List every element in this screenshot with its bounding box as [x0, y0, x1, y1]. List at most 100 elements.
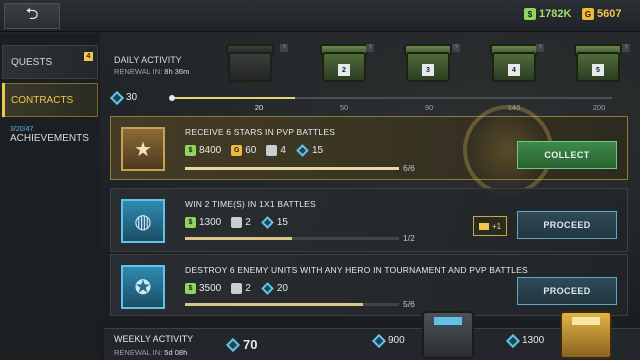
reward-cards-value: 2 — [245, 283, 251, 294]
weekly-chest-2[interactable] — [560, 311, 612, 359]
contract-title: RECEIVE 6 STARS IN PVP BATTLES — [185, 127, 336, 137]
activity-points-icon — [505, 333, 521, 348]
renewal-timer: 8h 36m — [164, 67, 190, 76]
contract-rewards: $ 1300 2 15 — [185, 216, 288, 229]
daily-chest-1[interactable] — [224, 42, 276, 86]
weekly-renewal: RENEWAL IN: 5d 08h — [114, 348, 187, 357]
contract-icon: ✪ — [121, 265, 165, 309]
reward-points: 15 — [260, 216, 288, 229]
weekly-activity-title: WEEKLY ACTIVITY — [114, 334, 194, 344]
reward-cash-value: 3500 — [199, 283, 222, 294]
reward-points: 15 — [296, 144, 324, 157]
weekly-milestone: 900 — [371, 333, 405, 348]
weekly-activity-bar: WEEKLY ACTIVITY RENEWAL IN: 5d 08h 70 90… — [104, 311, 640, 360]
boost-value: +1 — [491, 221, 502, 231]
activity-points-icon — [225, 337, 241, 352]
contract-card: ✪ DESTROY 6 ENEMY UNITS WITH ANY HERO IN… — [110, 254, 628, 316]
milestone-label: 90 — [424, 103, 434, 112]
proceed-button[interactable]: PROCEED — [517, 277, 617, 305]
daily-chest-2[interactable]: 2 — [318, 42, 370, 86]
chest-lid — [434, 317, 462, 325]
weekly-points-value: 70 — [243, 337, 258, 352]
daily-chest-3[interactable]: 3 — [402, 42, 454, 86]
contract-progress-fill — [185, 167, 399, 170]
reward-gold: G 60 — [231, 145, 256, 156]
gold-icon: G — [231, 145, 243, 156]
star-medal-icon: ★ — [134, 138, 152, 161]
contract-progress-text: 1/2 — [403, 233, 415, 243]
back-button[interactable]: ⮌ — [4, 3, 60, 29]
reward-cards: 4 — [266, 145, 286, 156]
cash-icon: $ — [185, 217, 196, 228]
cash-balance: $ 1782K — [524, 8, 571, 20]
reward-cash-value: 1300 — [199, 217, 222, 228]
chest-lid — [572, 317, 600, 325]
reward-points-value: 15 — [311, 145, 324, 156]
sidebar-item-achievements[interactable]: 3/20/47 ACHIEVEMENTS — [2, 117, 98, 153]
contract-icon: ◍ — [121, 199, 165, 243]
renewal-label: RENEWAL IN: — [114, 348, 163, 357]
sidebar-item-quests[interactable]: QUESTS 4 — [2, 45, 98, 79]
back-arrow-icon: ⮌ — [25, 5, 39, 23]
cash-icon: $ — [524, 8, 536, 20]
boost-badge[interactable]: +1 — [473, 216, 507, 236]
daily-progress-track — [169, 95, 612, 101]
daily-points-value: 30 — [126, 92, 138, 103]
help-icon[interactable]: ? — [622, 44, 630, 52]
chest-number: 2 — [338, 64, 350, 76]
reward-cards: 2 — [231, 283, 251, 294]
milestone-label: 50 — [339, 103, 349, 112]
weekly-milestone-value: 900 — [388, 335, 405, 346]
gold-value: 5607 — [597, 8, 622, 20]
daily-chest-5[interactable]: 5 — [572, 42, 624, 86]
weekly-milestone-value: 1300 — [522, 335, 545, 346]
activity-points-icon — [371, 333, 387, 348]
cash-value: 1782K — [539, 8, 572, 20]
chest-number: 5 — [592, 64, 604, 76]
contract-progress-fill — [185, 303, 363, 306]
gold-icon: G — [582, 8, 594, 20]
reward-cash: $ 8400 — [185, 145, 221, 156]
contract-progress-fill — [185, 237, 292, 240]
sidebar-item-label: CONTRACTS — [11, 94, 74, 106]
sidebar-item-contracts[interactable]: CONTRACTS — [2, 83, 98, 117]
proceed-button[interactable]: PROCEED — [517, 211, 617, 239]
contract-rewards: $ 8400 G 60 4 15 — [185, 144, 324, 157]
chest-body — [228, 52, 272, 82]
chest-number: 4 — [508, 64, 520, 76]
reward-cash: $ 1300 — [185, 217, 221, 228]
chest-number: 3 — [422, 64, 434, 76]
contract-progress-bar — [185, 167, 399, 170]
cards-icon — [231, 283, 243, 294]
collect-button[interactable]: COLLECT — [517, 141, 617, 169]
cards-icon — [231, 217, 243, 228]
activity-points-icon — [296, 144, 309, 157]
gold-balance: G 5607 — [582, 8, 621, 20]
contract-title: DESTROY 6 ENEMY UNITS WITH ANY HERO IN T… — [185, 265, 528, 275]
reward-cash-value: 8400 — [199, 145, 222, 156]
daily-chest-4[interactable]: 4 — [488, 42, 540, 86]
renewal-timer: 5d 08h — [164, 348, 188, 357]
ticket-icon — [478, 222, 489, 230]
weekly-points: 70 — [225, 337, 258, 352]
daily-progress-fill — [172, 97, 296, 99]
contract-card: ★ RECEIVE 6 STARS IN PVP BATTLES $ 8400 … — [110, 105, 628, 195]
contract-progress-text: 5/6 — [403, 299, 415, 309]
contract-icon: ★ — [121, 127, 165, 171]
reward-gold-value: 60 — [245, 145, 257, 156]
weekly-chest-1[interactable] — [422, 311, 474, 359]
daily-renewal: RENEWAL IN: 8h 36m — [114, 67, 189, 76]
progress-start-dot — [169, 95, 175, 101]
contract-progress-bar — [185, 237, 399, 240]
daily-points: 30 — [109, 90, 138, 105]
cash-icon: $ — [185, 145, 196, 156]
help-icon[interactable]: ? — [452, 44, 460, 52]
help-icon[interactable]: ? — [536, 44, 544, 52]
sidebar-item-label: ACHIEVEMENTS — [10, 133, 89, 144]
reward-cards-value: 4 — [280, 145, 286, 156]
contract-title: WIN 2 TIME(S) IN 1X1 BATTLES — [185, 199, 316, 209]
sidebar-item-label: QUESTS — [11, 56, 53, 68]
cash-icon: $ — [185, 283, 196, 294]
help-icon[interactable]: ? — [280, 44, 288, 52]
help-icon[interactable]: ? — [366, 44, 374, 52]
